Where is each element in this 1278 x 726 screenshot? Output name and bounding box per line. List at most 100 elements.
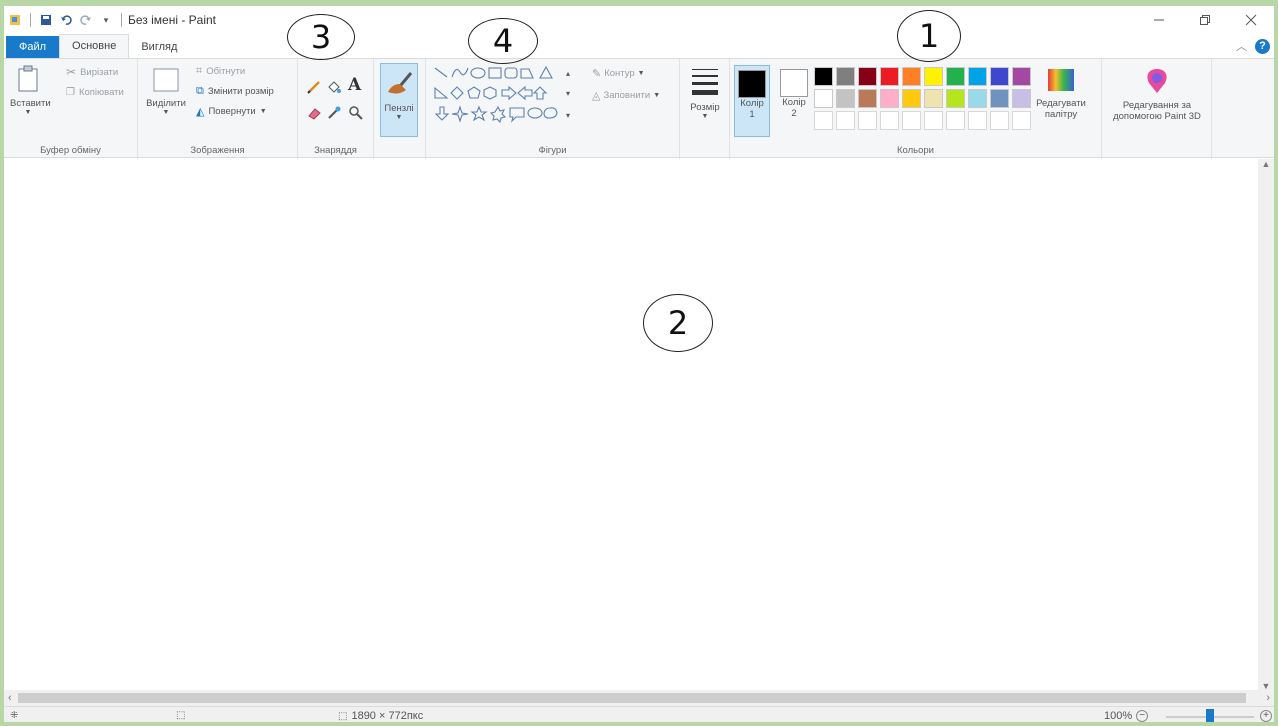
redo-icon[interactable] [79, 13, 93, 27]
custom-color-slot[interactable] [902, 111, 921, 130]
minimize-button[interactable] [1136, 6, 1182, 34]
palette-swatch[interactable] [946, 67, 965, 86]
custom-color-slot[interactable] [968, 111, 987, 130]
vertical-scrollbar[interactable]: ▲ ▼ [1258, 159, 1274, 691]
scroll-left-icon[interactable]: ‹ [8, 692, 12, 704]
chevron-down-icon: ▼ [653, 92, 661, 99]
chevron-down-icon: ▼ [162, 109, 170, 116]
help-icon[interactable]: ? [1255, 38, 1270, 54]
text-tool-icon[interactable]: A [348, 75, 361, 95]
color2-button[interactable]: Колір 2 [776, 65, 812, 137]
scroll-up-icon[interactable]: ▲ [1262, 159, 1271, 169]
rotate-label: Повернути [208, 106, 256, 117]
color-palette [814, 67, 1033, 132]
line-width-icon [692, 69, 718, 95]
tools-group: A Знаряддя [298, 59, 374, 159]
status-bar: ⁜ ⬚ ⬚ 1890 × 772пкс 100% − + [4, 706, 1274, 722]
palette-swatch[interactable] [902, 89, 921, 108]
rotate-button[interactable]: ◭ Повернути ▼ [196, 105, 267, 118]
custom-color-slot[interactable] [990, 111, 1009, 130]
palette-swatch[interactable] [814, 89, 833, 108]
pencil-icon[interactable] [306, 79, 322, 100]
tab-view[interactable]: Вигляд [129, 36, 189, 58]
color1-label: Колір [740, 98, 764, 109]
save-icon[interactable] [39, 13, 53, 27]
callout-1: 1 [897, 10, 961, 62]
svg-text:▾: ▾ [566, 89, 570, 98]
palette-swatch[interactable] [814, 67, 833, 86]
palette-swatch[interactable] [1012, 67, 1031, 86]
customize-qat-button[interactable]: ▾ [99, 13, 113, 27]
palette-swatch[interactable] [990, 89, 1009, 108]
svg-text:▾: ▾ [566, 111, 570, 120]
tab-file[interactable]: Файл [6, 36, 60, 58]
crop-button[interactable]: ⌗ Обітнути [196, 65, 245, 78]
palette-swatch[interactable] [836, 89, 855, 108]
copy-label: Копіювати [78, 87, 124, 98]
palette-swatch[interactable] [968, 67, 987, 86]
palette-swatch[interactable] [858, 89, 877, 108]
palette-swatch[interactable] [858, 67, 877, 86]
resize-button[interactable]: ⧉ Змінити розмір [196, 85, 274, 98]
close-button[interactable] [1228, 6, 1274, 34]
restore-button[interactable] [1182, 6, 1228, 34]
palette-swatch[interactable] [990, 67, 1009, 86]
palette-swatch[interactable] [968, 89, 987, 108]
magnifier-icon[interactable] [348, 105, 364, 126]
palette-swatch[interactable] [946, 89, 965, 108]
zoom-slider-thumb[interactable] [1206, 709, 1214, 722]
eraser-icon[interactable] [306, 105, 322, 126]
custom-color-slot[interactable] [814, 111, 833, 130]
size-button[interactable]: Розмір ▼ [686, 65, 724, 120]
edit-with-paint3d-button[interactable]: Редагування за допомогою Paint 3D [1106, 67, 1208, 122]
copy-button[interactable]: ❐ Копіювати [66, 87, 124, 98]
tab-home[interactable]: Основне [59, 34, 130, 58]
minimize-ribbon-icon[interactable]: ︿ [1236, 38, 1247, 54]
custom-color-slot[interactable] [836, 111, 855, 130]
horizontal-scrollbar[interactable]: ‹ › [4, 690, 1274, 706]
palette-swatch[interactable] [836, 67, 855, 86]
brushes-group: Пензлі ▼ [374, 59, 426, 159]
horizontal-scroll-thumb[interactable] [18, 693, 1246, 703]
scroll-right-icon[interactable]: › [1266, 692, 1270, 704]
palette-swatch[interactable] [902, 67, 921, 86]
zoom-out-icon[interactable]: − [1136, 710, 1149, 722]
palette-swatch[interactable] [924, 67, 943, 86]
zoom-in-icon[interactable]: + [1260, 710, 1272, 722]
undo-icon[interactable] [59, 13, 73, 27]
drawing-canvas[interactable] [4, 159, 1262, 691]
palette-swatch[interactable] [924, 89, 943, 108]
palette-swatch[interactable] [1012, 89, 1031, 108]
custom-color-slot[interactable] [858, 111, 877, 130]
window-controls [1136, 6, 1274, 34]
paste-button[interactable]: Вставити ▼ [10, 65, 51, 116]
selection-size-icon: ⬚ [176, 710, 186, 721]
palette-swatch[interactable] [880, 89, 899, 108]
custom-color-slot[interactable] [924, 111, 943, 130]
resize-label: Змінити розмір [207, 86, 274, 97]
fill-dropdown[interactable]: ◬ Заповнити ▼ [592, 89, 660, 102]
custom-color-slot[interactable] [1012, 111, 1031, 130]
shapes-group: ▴ ▾ ▾ ✎ Контур ▼ ◬ Заповнити ▼ Фігури [426, 59, 680, 159]
fill-bucket-icon[interactable] [326, 79, 342, 100]
separator [30, 13, 31, 27]
chevron-down-icon: ▼ [24, 109, 32, 116]
colors-group-label: Кольори [897, 145, 934, 156]
color1-button[interactable]: Колір 1 [734, 65, 770, 137]
shapes-gallery[interactable]: ▴ ▾ ▾ [432, 63, 580, 129]
paint3d-group: Редагування за допомогою Paint 3D [1102, 59, 1212, 159]
selection-size-cell: ⬚ [176, 710, 185, 721]
select-button[interactable]: Виділити ▼ [146, 67, 186, 116]
outline-dropdown[interactable]: ✎ Контур ▼ [592, 67, 645, 80]
outline-icon: ✎ [592, 68, 602, 80]
palette-swatch[interactable] [880, 67, 899, 86]
cut-button[interactable]: ✂ Вирізати [66, 65, 118, 79]
brushes-button[interactable]: Пензлі ▼ [380, 63, 418, 137]
resize-icon: ⧉ [196, 85, 204, 97]
fill-label: Заповнити [603, 90, 651, 101]
custom-color-slot[interactable] [880, 111, 899, 130]
custom-color-slot[interactable] [946, 111, 965, 130]
paste-label: Вставити [10, 98, 51, 109]
edit-palette-button[interactable]: Редагувати палітру [1036, 67, 1086, 120]
color-picker-icon[interactable] [326, 105, 342, 126]
